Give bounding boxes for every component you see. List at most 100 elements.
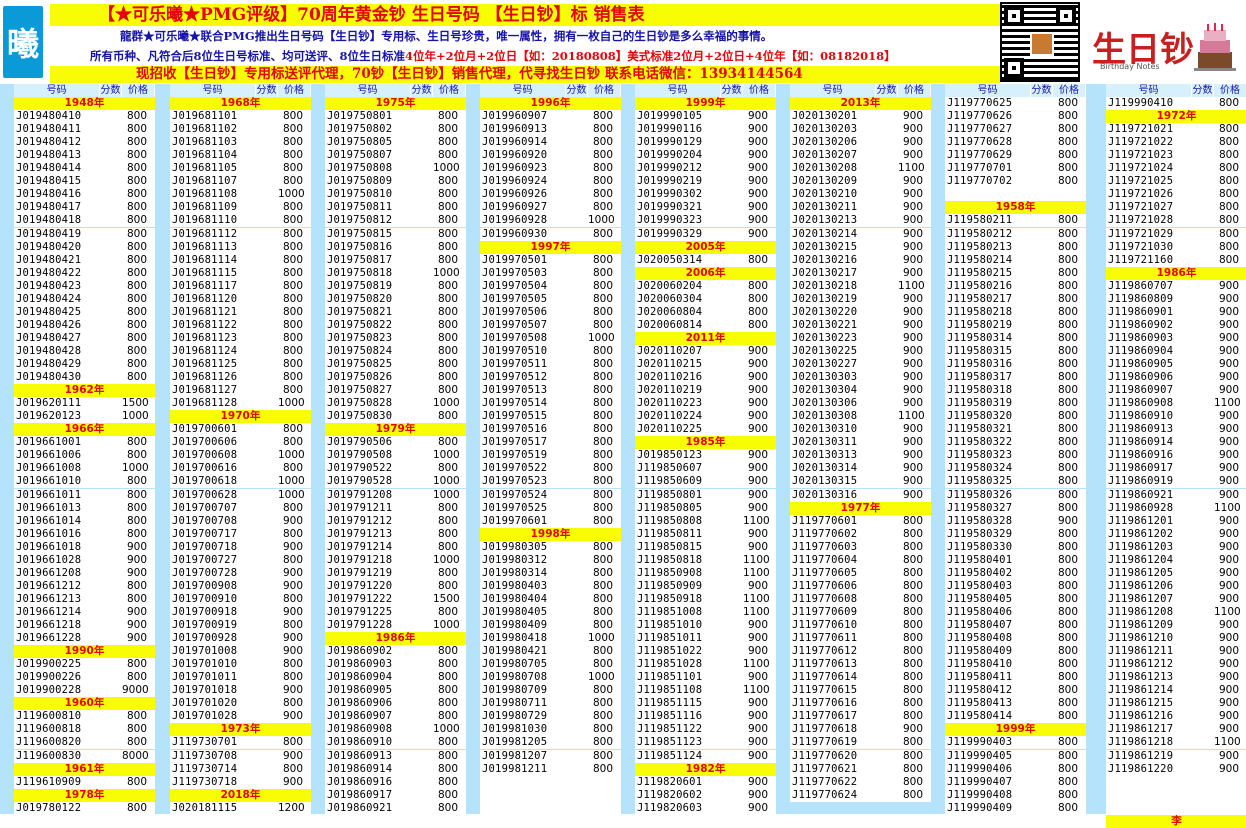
table-row: J019750823 800 <box>325 331 466 345</box>
table-row: J019661228 900 <box>14 632 155 646</box>
table-row: J019750815 800 <box>325 227 466 241</box>
table-row: J019900225 800 <box>14 658 155 672</box>
price-cell: 900 <box>743 214 776 228</box>
table-row: J019791220 800 <box>325 579 466 593</box>
table-row: J019681124 800 <box>170 344 311 358</box>
table-row: J019750819 800 <box>325 279 466 293</box>
price-cell: 1000 <box>278 475 311 489</box>
serial-number: J019970513 <box>480 384 566 398</box>
serial-number: J019681124 <box>170 344 256 358</box>
serial-number: J019700601 <box>170 423 256 437</box>
serial-number: J020130219 <box>790 292 876 306</box>
price-cell: 800 <box>1053 266 1086 280</box>
serial-number: J020130209 <box>790 175 876 189</box>
score-cell <box>1031 619 1053 632</box>
serial-number: J119860921 <box>1106 488 1192 502</box>
price-cell: 800 <box>898 788 931 802</box>
price-cell: 900 <box>1053 514 1086 528</box>
serial-number: J019750808 <box>325 162 411 176</box>
table-row: J019970525 800 <box>480 501 621 515</box>
table-row: J019860916 800 <box>325 775 466 789</box>
header-price: 价格 <box>588 84 621 97</box>
year-header: 1979年 <box>325 423 466 437</box>
table-row: J020130203 900 <box>790 123 931 137</box>
serial-number: J119580414 <box>945 710 1031 724</box>
serial-number: J119850805 <box>635 501 721 515</box>
score-cell <box>566 253 588 267</box>
score-cell <box>876 397 898 411</box>
score-cell <box>1031 384 1053 398</box>
serial-number: J119721021 <box>1106 123 1192 137</box>
table-row: J019791228 1000 <box>325 619 466 632</box>
serial-number: J019480424 <box>14 292 100 306</box>
serial-number: J019681108 <box>170 188 256 202</box>
price-cell: 800 <box>278 227 311 241</box>
serial-number: J019990129 <box>635 136 721 150</box>
price-cell: 900 <box>743 697 776 711</box>
serial-number: J119860905 <box>1106 358 1192 371</box>
table-row: J119770620 800 <box>790 749 931 763</box>
serial-number: J019970519 <box>480 449 566 463</box>
price-cell: 900 <box>743 579 776 593</box>
serial-number: J119770619 <box>790 736 876 750</box>
price-cell: 800 <box>433 762 466 776</box>
price-cell: 800 <box>1053 553 1086 567</box>
price-cell: 800 <box>1214 136 1246 150</box>
price-cell: 900 <box>743 527 776 541</box>
table-row: J019700728 900 <box>170 566 311 580</box>
table-row: J019990321 900 <box>635 201 776 215</box>
price-cell: 800 <box>433 749 466 763</box>
price-cell: 800 <box>1214 240 1246 254</box>
price-cell: 800 <box>433 331 466 345</box>
score-cell <box>411 462 433 476</box>
price-cell: 900 <box>743 344 776 358</box>
column-header: 号码 分数 价格 <box>325 84 466 97</box>
score-cell <box>876 384 898 398</box>
serial-number: J119860914 <box>1106 436 1192 450</box>
serial-number: J019990302 <box>635 188 721 202</box>
table-row: J019970501 800 <box>480 253 621 267</box>
serial-number: J020130303 <box>790 371 876 385</box>
price-cell: 800 <box>122 449 155 463</box>
serial-number: J019661018 <box>14 540 100 554</box>
score-cell <box>1192 279 1214 293</box>
price-cell: 900 <box>1214 462 1246 476</box>
table-row: J019661001 800 <box>14 436 155 450</box>
serial-number: J020130203 <box>790 123 876 137</box>
table-row: J019750802 800 <box>325 123 466 137</box>
table-row: J020130310 900 <box>790 423 931 437</box>
price-cell: 1000 <box>278 397 311 411</box>
score-cell <box>876 475 898 489</box>
table-row: J019700727 800 <box>170 553 311 567</box>
price-cell: 1000 <box>588 671 621 685</box>
table-row: J019980409 800 <box>480 619 621 632</box>
table-row: J019980708 1000 <box>480 671 621 685</box>
price-cell: 900 <box>898 175 931 189</box>
score-cell <box>721 371 743 385</box>
price-cell: 800 <box>122 188 155 202</box>
score-cell <box>1031 305 1053 319</box>
score-cell <box>876 371 898 385</box>
serial-number: J119580215 <box>945 266 1031 280</box>
table-row: J119730718 900 <box>170 775 311 789</box>
table-row: J019700707 800 <box>170 501 311 515</box>
price-cell: 900 <box>898 240 931 254</box>
table-row: J019480415 800 <box>14 175 155 189</box>
serial-number: J019750801 <box>325 110 411 124</box>
table-row: J119990403 800 <box>945 736 1086 750</box>
serial-number: J019860903 <box>325 658 411 672</box>
table-row: J019980404 800 <box>480 592 621 606</box>
serial-number: J020130223 <box>790 331 876 345</box>
header-score: 分数 <box>100 84 122 97</box>
qr-center <box>1030 32 1054 56</box>
score-cell <box>1031 449 1053 463</box>
table-row: J119721022 800 <box>1106 136 1246 150</box>
table-row: J119860907 900 <box>1106 384 1246 398</box>
table-row: J019860904 800 <box>325 671 466 685</box>
price-cell: 800 <box>588 605 621 619</box>
price-cell <box>588 788 621 802</box>
price-cell: 900 <box>898 110 931 124</box>
table-row: J019661006 800 <box>14 449 155 463</box>
serial-number: J119580328 <box>945 514 1031 528</box>
table-row: J019480426 800 <box>14 318 155 332</box>
